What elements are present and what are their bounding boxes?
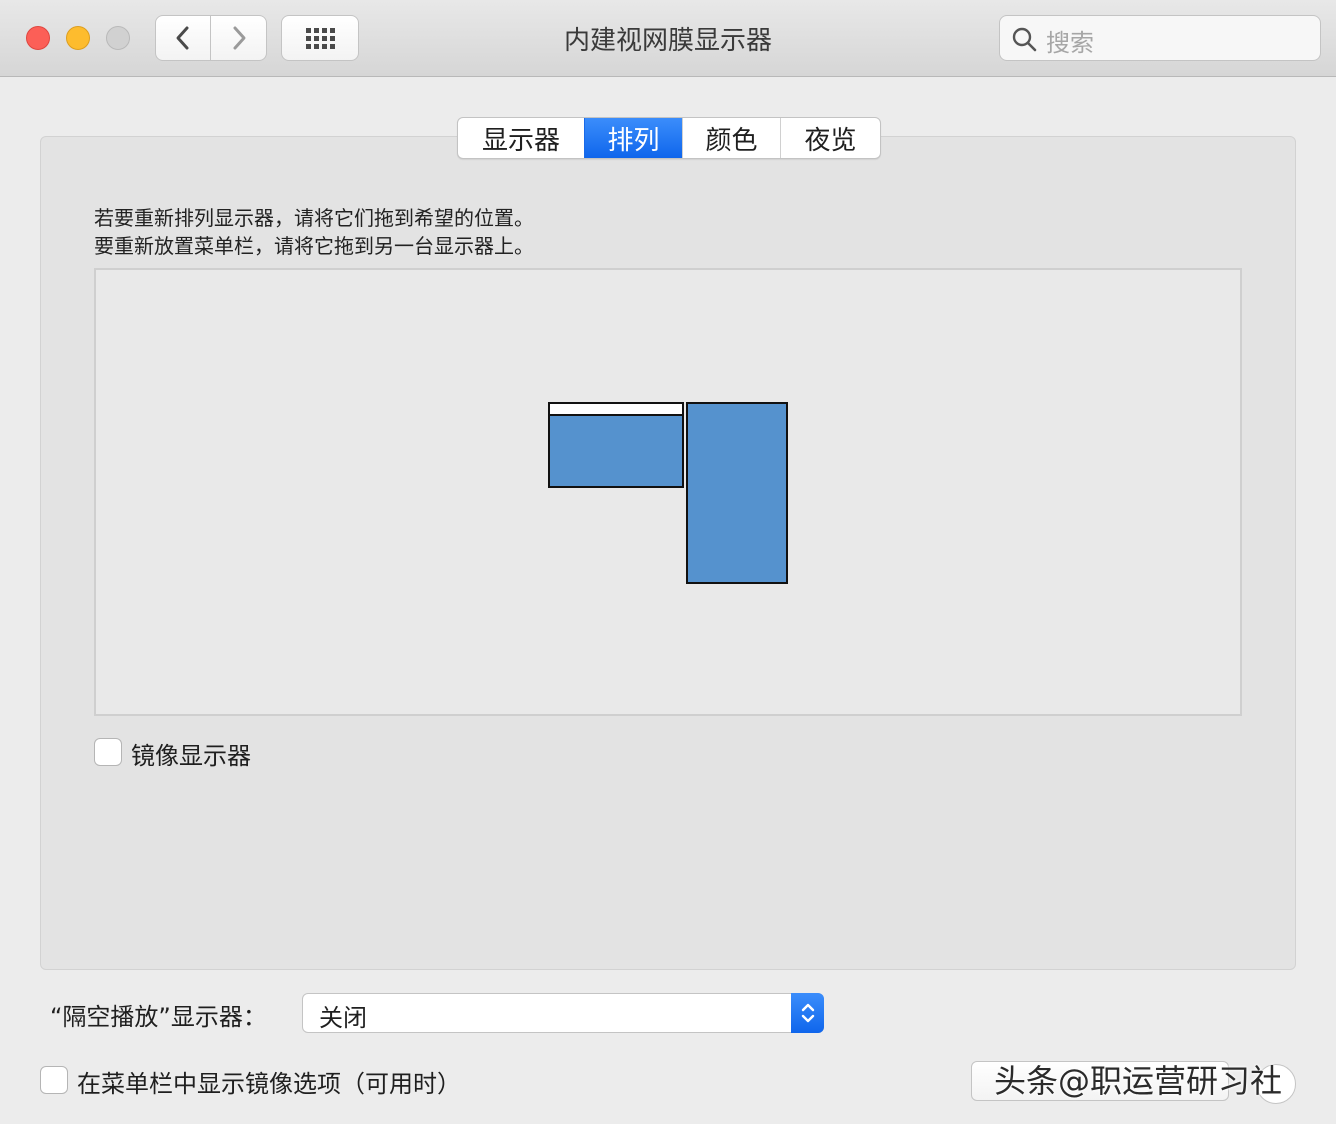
window-title: 内建视网膜显示器 [563, 26, 772, 56]
mirror-displays-checkbox[interactable] [94, 738, 122, 766]
tab-arrangement[interactable]: 排列 [584, 118, 682, 158]
tab-display[interactable]: 显示器 [458, 118, 584, 158]
watermark: 头条@职运营研习社 [994, 1062, 1283, 1100]
airplay-display-label: “隔空播放”显示器： [50, 1003, 267, 1031]
tab-bar: 显示器 排列 颜色 夜览 [457, 117, 881, 159]
minimize-window-button[interactable] [66, 26, 90, 50]
display-arrangement-area [94, 268, 1242, 716]
mirror-displays-label: 镜像显示器 [131, 742, 251, 770]
select-arrows-icon [791, 993, 824, 1033]
search-field[interactable]: 搜索 [999, 15, 1321, 61]
chevron-right-icon [233, 26, 245, 50]
chevron-left-icon [176, 26, 189, 50]
tab-night-shift[interactable]: 夜览 [780, 118, 880, 158]
menu-bar-handle[interactable] [548, 402, 684, 416]
search-icon [1012, 27, 1037, 52]
airplay-display-select[interactable]: 关闭 [302, 993, 824, 1033]
search-placeholder: 搜索 [1046, 29, 1094, 57]
back-button[interactable] [155, 15, 211, 61]
forward-button[interactable] [211, 15, 267, 61]
display-external[interactable] [686, 402, 788, 584]
show-all-button[interactable] [281, 15, 359, 61]
instruction-line-1: 若要重新排列显示器，请将它们拖到希望的位置。 [94, 206, 534, 230]
display-builtin[interactable] [548, 402, 684, 488]
title-bar: 内建视网膜显示器 搜索 [0, 0, 1336, 77]
airplay-display-value: 关闭 [319, 1004, 367, 1032]
zoom-window-button [106, 26, 130, 50]
show-mirroring-options-checkbox[interactable] [40, 1066, 68, 1094]
show-all-grid-icon [305, 27, 335, 49]
close-window-button[interactable] [26, 26, 50, 50]
instruction-line-2: 要重新放置菜单栏，请将它拖到另一台显示器上。 [94, 234, 534, 258]
tab-color[interactable]: 颜色 [682, 118, 780, 158]
navigation-buttons [155, 15, 267, 61]
show-mirroring-options-label: 在菜单栏中显示镜像选项（可用时） [77, 1070, 461, 1098]
